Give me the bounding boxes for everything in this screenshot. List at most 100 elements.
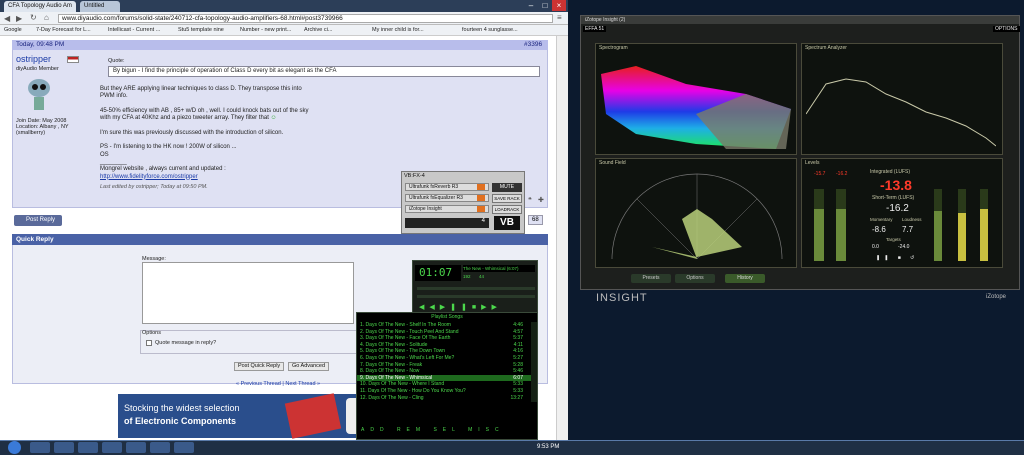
winamp-seek-bar[interactable] [417,295,535,298]
taskbar-media-icon[interactable] [78,442,98,453]
post-line [100,122,309,129]
playlist-track[interactable]: 8. Days Of The New - Now 5:46 [357,368,531,375]
quick-reply-title: Quick Reply [12,234,548,245]
bookmark-inner-child[interactable]: My inner child is for... [372,27,424,35]
playlist-track[interactable]: 3. Days Of The New - Face Of The Earth 5:… [357,335,531,342]
playlist-track[interactable]: 6. Days Of The New - What's Left For Me?… [357,355,531,362]
playlist-track[interactable]: 5. Days Of The New - The Down Town 4:16 [357,348,531,355]
post-line: But they ARE applying linear techniques … [100,86,302,92]
start-button[interactable] [8,441,21,454]
playlist-track[interactable]: 9. Days Of The New - Whimsical 6:07 [357,374,531,382]
reload-icon[interactable]: ↻ [30,13,37,22]
home-icon[interactable]: ⌂ [44,13,49,22]
taskbar-explorer-icon[interactable] [54,442,74,453]
playlist-track[interactable]: 2. Days Of The New - Touch Peel And Stan… [357,329,531,336]
playlist-scrollbar[interactable] [531,322,537,402]
izotope-brand: iZotope [986,294,1007,300]
bookmark-intellicast[interactable]: Intellicast - Current ... [108,27,160,35]
avatar [24,76,54,114]
quote-icon[interactable]: ❝ [528,196,532,204]
vb-slot-led [477,184,485,190]
bookmark-google[interactable]: Google [4,27,22,35]
bookmark-forecast[interactable]: 7-Day Forecast for L... [36,27,91,35]
taskbar-ie-icon[interactable] [30,442,50,453]
integrated-label: Integrated (LUFS) [870,169,911,175]
targets-label: Targets [886,237,901,242]
previous-thread-link[interactable]: « Previous Thread [236,381,281,387]
post-body: But they ARE applying linear techniques … [100,86,309,181]
vb-logo: VB [494,216,520,230]
multiquote-icon[interactable]: ✚ [538,196,544,204]
quote-checkbox[interactable] [146,340,152,346]
bookmark-archive[interactable]: Archive ci... [304,27,332,35]
address-bar[interactable]: www.diyaudio.com/forums/solid-state/2407… [58,14,553,23]
taskbar-app-icon[interactable] [150,442,170,453]
playlist-title: Playlist Songs [431,314,463,320]
playlist-track[interactable]: 7. Days Of The New - Freak 5:28 [357,362,531,369]
close-icon[interactable]: × [552,0,566,11]
location-extra: (smallberry) [16,130,46,136]
go-advanced-button[interactable]: Go Advanced [288,362,330,371]
taskbar-chrome-icon[interactable] [102,442,122,453]
winamp-kbps: 192 [463,274,471,279]
user-title: diyAudio Member [16,66,59,72]
bookmark-number[interactable]: Number - new print... [240,27,291,35]
post-number[interactable]: #3396 [524,41,542,48]
next-thread-link[interactable]: Next Thread » [285,381,320,387]
options-label: Options [142,330,161,336]
maximize-icon[interactable]: □ [538,0,552,11]
message-textarea[interactable] [142,262,354,324]
menu-icon[interactable]: ≡ [557,13,562,22]
forward-icon[interactable]: ▶ [16,14,22,23]
vb-mute-button[interactable]: MUTE [492,183,522,192]
options-menu[interactable]: OPTIONS [993,26,1020,32]
vb-save-rack-button[interactable]: SAVE RACK [492,194,522,203]
winamp-volume-slider[interactable] [417,287,535,290]
meter-left [814,189,824,261]
peak-left: -15.7 [814,171,826,177]
spectrogram-panel: Spectrogram [595,43,797,155]
playlist-track[interactable]: 10. Days Of The New - Where I Stand 5:33 [357,381,531,388]
peak-target[interactable]: 0.0 [872,244,879,250]
smiley-icon: ☺ [270,115,277,122]
taskbar-app-icon[interactable] [174,442,194,453]
vb-slot-led [477,206,485,212]
transport-buttons[interactable]: ❚❚ ■ ↺ [876,255,918,261]
tab-untitled[interactable]: Untitled [80,1,120,12]
preset-name[interactable]: EFFA 51 [583,26,607,32]
username[interactable]: ostripper [16,54,51,64]
izotope-insight-window: iZotope Insight (2) EFFA 51 OPTIONS Spec… [580,15,1020,290]
playlist-track[interactable]: 4. Days Of The New - Solitude 4:11 [357,342,531,349]
playlist-track[interactable]: 12. Days Of The New - Cling 13:27 [357,395,531,402]
taskbar-app-icon[interactable] [126,442,146,453]
playlist-tracks: 1. Days Of The New - Shelf In The Room 4:… [357,322,531,401]
peak-right: -16.2 [836,171,848,177]
presets-button[interactable]: Presets [631,274,671,283]
history-button[interactable]: History [725,274,765,283]
winamp-player: 01:07 The New - Whimsical (6:07) 192 44 … [412,260,538,316]
winamp-transport-controls[interactable]: ◀◀▶❚❚■▶▶ [419,303,502,311]
post-reply-button[interactable]: Post Reply [14,215,62,226]
bookmark-fourteen[interactable]: fourteen 4 sunglasse... [462,27,518,35]
playlist-track[interactable]: 1. Days Of The New - Shelf In The Room 4:… [357,322,531,329]
scrollbar[interactable] [556,36,568,440]
options-button[interactable]: Options [675,274,715,283]
page-number[interactable]: 68 [528,215,543,225]
post-quick-reply-button[interactable]: Post Quick Reply [234,362,285,371]
playlist-track[interactable]: 11. Days Of The New - How Do You Know Yo… [357,388,531,395]
post-line: PS - I'm listening to the HK now ! 200W … [100,144,237,151]
website-link[interactable]: http://www.fidelityforce.com/ostripper [100,174,309,181]
clock[interactable]: 9:53 PM [537,444,559,450]
minimize-icon[interactable]: – [524,0,538,11]
vb-slot-led [477,195,485,201]
range-value: 7.7 [902,225,914,234]
loudness-target[interactable]: -24.0 [898,244,909,250]
sound-field-plot [611,173,783,260]
back-icon[interactable]: ◀ [4,14,10,23]
bookmark-stu5[interactable]: Stu5 template nine [178,27,224,35]
tab-cfa[interactable]: CFA Topology Audio Am [4,1,76,12]
short-term-value: -16.2 [886,203,909,214]
vb-load-rack-button[interactable]: LOADRACK [492,205,522,214]
playlist-buttons[interactable]: ADD REM SEL MISC [361,427,505,433]
post-line: 45-50% efficiency with AB , 85+ w/D oh ,… [100,107,309,114]
